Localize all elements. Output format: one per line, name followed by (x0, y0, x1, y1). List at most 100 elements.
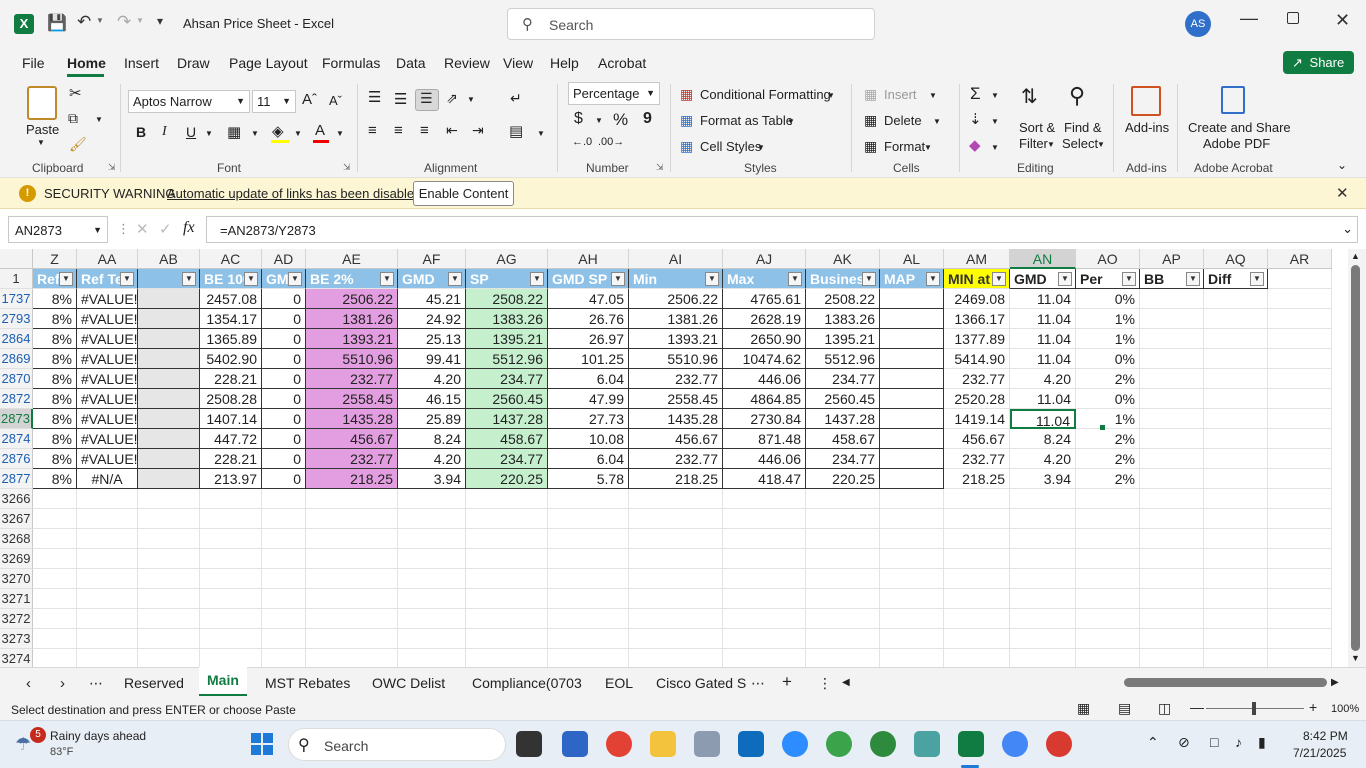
store-icon[interactable] (562, 731, 588, 757)
empty-cell[interactable] (398, 649, 466, 667)
table-cell[interactable] (1140, 469, 1204, 489)
header-cell[interactable]: GMD ▼ (398, 269, 466, 289)
create-pdf-button[interactable]: Create and Share (1188, 120, 1291, 135)
italic-button[interactable]: I (162, 124, 167, 140)
borders-icon[interactable]: ▦ (227, 123, 241, 141)
filter-dropdown-icon[interactable]: ▼ (926, 272, 940, 286)
table-cell[interactable]: 6.04 (548, 449, 629, 469)
table-cell[interactable] (1204, 329, 1268, 349)
chevron-down-icon[interactable]: ▼ (1097, 140, 1105, 149)
row-header[interactable]: 3272 (0, 609, 33, 629)
row-header[interactable]: 3273 (0, 629, 33, 649)
empty-cell[interactable] (1140, 589, 1204, 609)
app-icon[interactable] (914, 731, 940, 757)
table-cell[interactable]: 1381.26 (306, 309, 398, 329)
undo-dropdown-icon[interactable]: ▼ (96, 16, 104, 25)
empty-cell[interactable] (944, 489, 1010, 509)
empty-cell[interactable] (466, 649, 548, 667)
table-cell[interactable] (1204, 469, 1268, 489)
display-icon[interactable]: □ (1210, 734, 1218, 750)
spreadsheet-grid[interactable]: Z AA AB AC AD AE AF AG AH AI AJ AK AL AM AN AO AP AQ AR 1R… (0, 249, 1366, 667)
table-cell[interactable]: #N/A (77, 469, 138, 489)
table-cell[interactable]: 1395.21 (466, 329, 548, 349)
empty-cell[interactable] (398, 569, 466, 589)
weather-text[interactable]: Rainy days ahead (50, 729, 146, 743)
prev-sheet-icon[interactable]: ‹ (26, 675, 31, 692)
align-center-icon[interactable]: ≡ (394, 122, 403, 139)
row-header[interactable]: 2864 (0, 329, 33, 349)
table-cell[interactable]: 234.77 (806, 369, 880, 389)
add-sheet-icon[interactable]: + (782, 672, 792, 692)
filter-dropdown-icon[interactable]: ▼ (1122, 272, 1136, 286)
table-cell[interactable] (1140, 449, 1204, 469)
table-cell[interactable] (1140, 429, 1204, 449)
empty-cell[interactable] (1076, 569, 1140, 589)
table-cell[interactable]: 1% (1076, 409, 1140, 429)
table-cell[interactable] (1268, 449, 1332, 469)
empty-cell[interactable] (466, 609, 548, 629)
column-header-an[interactable]: AN (1010, 249, 1076, 269)
table-cell[interactable] (1140, 329, 1204, 349)
collapse-ribbon-icon[interactable]: ⌄ (1337, 158, 1347, 172)
empty-cell[interactable] (806, 629, 880, 649)
column-header-aj[interactable]: AJ (723, 249, 806, 269)
sort-filter-button[interactable]: Sort & (1019, 120, 1055, 135)
table-cell[interactable]: #VALUE! (77, 369, 138, 389)
empty-cell[interactable] (200, 649, 262, 667)
table-cell[interactable]: 0 (262, 409, 306, 429)
table-cell[interactable]: 458.67 (466, 429, 548, 449)
table-cell[interactable]: 2730.84 (723, 409, 806, 429)
table-cell[interactable]: 2% (1076, 429, 1140, 449)
empty-cell[interactable] (1010, 489, 1076, 509)
tab-home[interactable]: Home (67, 55, 106, 71)
empty-cell[interactable] (629, 649, 723, 667)
empty-cell[interactable] (1010, 569, 1076, 589)
empty-cell[interactable] (880, 649, 944, 667)
table-cell[interactable]: 1437.28 (806, 409, 880, 429)
empty-cell[interactable] (1140, 569, 1204, 589)
empty-cell[interactable] (806, 609, 880, 629)
scroll-down-icon[interactable]: ▼ (1351, 653, 1360, 663)
empty-cell[interactable] (1010, 649, 1076, 667)
sheet-tab-compliance[interactable]: Compliance(0703 (472, 675, 582, 691)
table-cell[interactable]: 1377.89 (944, 329, 1010, 349)
name-box[interactable]: AN2873 ▼ (8, 216, 108, 243)
fill-dropdown-icon[interactable]: ▼ (294, 129, 302, 138)
table-cell[interactable]: 101.25 (548, 349, 629, 369)
empty-cell[interactable] (806, 549, 880, 569)
empty-cell[interactable] (1076, 489, 1140, 509)
empty-cell[interactable] (944, 649, 1010, 667)
header-cell[interactable]: SP ▼ (466, 269, 548, 289)
fill-color-icon[interactable]: ◈ (272, 122, 284, 140)
table-cell[interactable]: 220.25 (466, 469, 548, 489)
table-cell[interactable] (1140, 409, 1204, 429)
empty-cell[interactable] (466, 489, 548, 509)
close-warning-icon[interactable]: ✕ (1336, 184, 1349, 202)
sheet-tab-mst-rebates[interactable]: MST Rebates (265, 675, 350, 691)
column-header-ah[interactable]: AH (548, 249, 629, 269)
table-cell[interactable]: 234.77 (466, 449, 548, 469)
table-cell[interactable]: 232.77 (944, 449, 1010, 469)
table-cell[interactable]: 8% (33, 289, 77, 309)
filter-dropdown-icon[interactable]: ▼ (448, 272, 462, 286)
user-avatar[interactable]: AS (1185, 11, 1211, 37)
insert-cells-button[interactable]: Insert (884, 87, 917, 102)
empty-cell[interactable] (1076, 609, 1140, 629)
cell-styles-icon[interactable]: ▦ (680, 138, 693, 155)
table-cell[interactable]: 8% (33, 429, 77, 449)
empty-cell[interactable] (723, 569, 806, 589)
table-cell[interactable] (138, 409, 200, 429)
empty-cell[interactable] (262, 609, 306, 629)
table-cell[interactable]: 4.20 (1010, 369, 1076, 389)
empty-cell[interactable] (629, 549, 723, 569)
empty-cell[interactable] (944, 529, 1010, 549)
empty-cell[interactable] (1268, 609, 1332, 629)
orientation-dropdown-icon[interactable]: ▼ (467, 95, 475, 104)
table-cell[interactable]: #VALUE! (77, 449, 138, 469)
sheet-options-icon[interactable]: ⋮ (818, 675, 832, 692)
find-select-icon[interactable]: ⚲ (1069, 83, 1085, 109)
table-cell[interactable]: 2% (1076, 369, 1140, 389)
empty-cell[interactable] (200, 489, 262, 509)
empty-cell[interactable] (723, 509, 806, 529)
decrease-indent-icon[interactable]: ⇤ (446, 122, 458, 139)
